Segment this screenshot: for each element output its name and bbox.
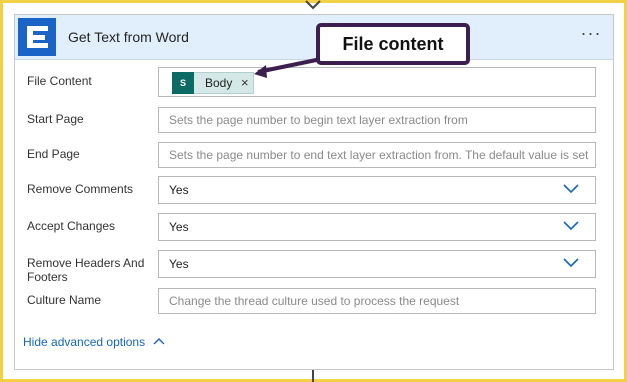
hide-advanced-options-link[interactable]: Hide advanced options [23,335,145,349]
chevron-down-icon[interactable] [563,221,579,231]
remove-comments-value: Yes [169,183,189,197]
culture-name-placeholder: Change the thread culture used to proces… [169,294,460,308]
end-page-placeholder: Sets the page number to end text layer e… [169,148,589,162]
accept-changes-select[interactable]: Yes [158,213,596,241]
remove-headers-footers-value: Yes [169,257,189,271]
file-content-input[interactable]: S Body × [158,67,596,97]
chevron-down-icon[interactable] [563,184,579,194]
field-label-start-page: Start Page [27,112,84,126]
accept-changes-value: Yes [169,220,189,234]
token-label: Body [205,76,233,90]
end-page-input[interactable]: Sets the page number to end text layer e… [158,142,596,168]
connector-line [312,370,314,382]
chevron-down-icon[interactable] [563,258,579,268]
culture-name-input[interactable]: Change the thread culture used to proces… [158,288,596,314]
field-label-file-content: File Content [27,74,92,88]
sharepoint-icon: S [172,72,194,94]
start-page-input[interactable]: Sets the page number to begin text layer… [158,107,596,133]
callout-label: File content [342,34,444,54]
field-label-accept-changes: Accept Changes [27,219,116,233]
annotation-callout: File content [316,23,470,65]
field-label-end-page: End Page [27,147,80,161]
remove-headers-footers-select[interactable]: Yes [158,250,596,278]
more-options-button[interactable]: ··· [575,23,607,49]
field-label-remove-headers-footers: Remove Headers And Footers [27,256,145,284]
card-title: Get Text from Word [68,29,189,45]
field-label-culture-name: Culture Name [27,293,102,307]
connector-arrow-icon [305,0,321,10]
chevron-up-icon[interactable] [153,337,165,345]
connector-logo-icon [18,18,56,56]
start-page-placeholder: Sets the page number to begin text layer… [169,113,468,127]
field-label-remove-comments: Remove Comments [27,182,134,196]
remove-comments-select[interactable]: Yes [158,176,596,204]
